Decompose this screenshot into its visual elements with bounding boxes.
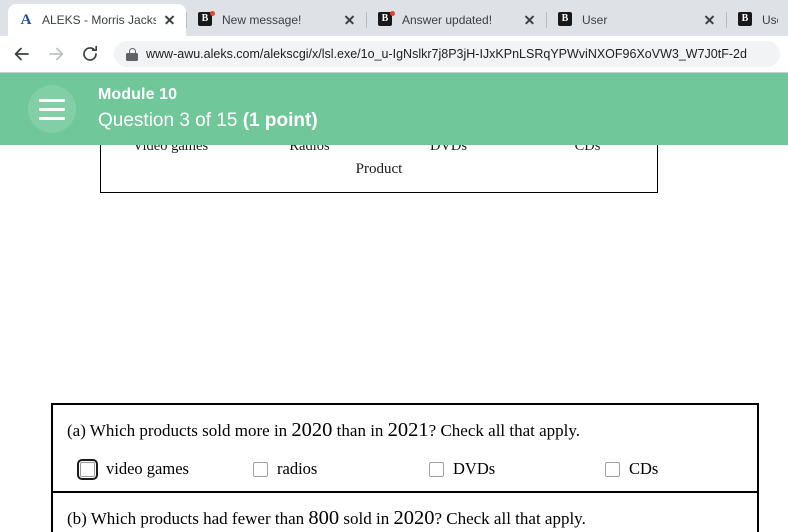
url-text: www-awu.aleks.com/alekscgi/x/lsl.exe/1o_… bbox=[146, 47, 747, 61]
forward-icon[interactable] bbox=[42, 40, 70, 68]
prompt-mid: sold in bbox=[339, 509, 394, 528]
aleks-a-icon: A bbox=[20, 12, 32, 28]
browser-tab-user-2[interactable]: B Use bbox=[726, 4, 786, 36]
module-title: Module 10 bbox=[98, 86, 178, 103]
question-counter: Question 3 of 15 (1 point) bbox=[98, 108, 318, 134]
chart-category-label: CDs bbox=[574, 145, 601, 154]
tab-title: User bbox=[582, 13, 608, 27]
tab-title: New message! bbox=[222, 13, 302, 27]
tab-title: Answer updated! bbox=[402, 13, 493, 27]
close-icon[interactable] bbox=[522, 12, 538, 28]
close-icon[interactable] bbox=[702, 12, 718, 28]
prompt-year: 2020 bbox=[393, 507, 435, 529]
checkbox-dvds[interactable] bbox=[429, 461, 444, 477]
hamburger-menu-icon[interactable] bbox=[28, 85, 76, 133]
lock-icon bbox=[126, 47, 138, 61]
option-radios[interactable]: radios bbox=[253, 459, 429, 479]
browser-window: A ALEKS - Morris Jackso B New message! B… bbox=[0, 0, 788, 532]
browser-tab-user[interactable]: B User bbox=[546, 4, 726, 36]
browser-tab-answer-updated[interactable]: B Answer updated! bbox=[366, 4, 546, 36]
option-label: video games bbox=[106, 459, 189, 478]
browser-toolbar: www-awu.aleks.com/alekscgi/x/lsl.exe/1o_… bbox=[0, 36, 788, 72]
prompt-mid: than in bbox=[332, 421, 388, 440]
prompt-pre: (b) Which products had fewer than bbox=[67, 509, 309, 528]
notification-badge-icon bbox=[390, 11, 395, 16]
blackboard-b-icon: B bbox=[378, 11, 395, 28]
reload-icon[interactable] bbox=[76, 40, 104, 68]
question-content: Video games Radios DVDs CDs Product (a) … bbox=[0, 145, 788, 532]
question-part-b: (b) Which products had fewer than 800 so… bbox=[53, 491, 757, 532]
prompt-post: ? Check all that apply. bbox=[434, 509, 586, 528]
question-part-a-options: video games radios DVDs CDs bbox=[53, 458, 757, 480]
prompt-threshold: 800 bbox=[308, 507, 340, 529]
prompt-post: ? Check all that apply. bbox=[428, 421, 581, 440]
notification-badge-icon bbox=[210, 11, 215, 16]
back-icon[interactable] bbox=[8, 40, 36, 68]
prompt-pre: (a) Which products sold more in bbox=[67, 421, 292, 440]
checkbox-video-games[interactable] bbox=[76, 458, 99, 480]
prompt-year-2: 2021 bbox=[387, 419, 429, 441]
browser-tab-new-message[interactable]: B New message! bbox=[186, 4, 366, 36]
chart-category-label: Video games bbox=[132, 145, 209, 154]
option-label: DVDs bbox=[453, 459, 496, 478]
checkbox-cds[interactable] bbox=[605, 461, 620, 477]
question-counter-text: Question 3 of 15 bbox=[98, 110, 243, 131]
question-part-a: (a) Which products sold more in 2020 tha… bbox=[53, 405, 757, 491]
option-label: radios bbox=[277, 459, 318, 478]
chart-category-label: Radios bbox=[289, 145, 330, 154]
blackboard-b-icon: B bbox=[738, 12, 754, 28]
question-card: (a) Which products sold more in 2020 tha… bbox=[51, 403, 759, 532]
page-header: Module 10 Question 3 of 15 (1 point) bbox=[0, 73, 788, 145]
option-dvds[interactable]: DVDs bbox=[429, 459, 605, 479]
bar-chart-axis-fragment: Video games Radios DVDs CDs Product bbox=[100, 145, 658, 193]
tab-title: Use bbox=[762, 13, 778, 27]
option-video-games[interactable]: video games bbox=[76, 458, 253, 480]
chart-category-labels: Video games Radios DVDs CDs bbox=[101, 145, 657, 155]
browser-tab-strip: A ALEKS - Morris Jackso B New message! B… bbox=[0, 0, 788, 36]
option-cds[interactable]: CDs bbox=[605, 459, 781, 479]
question-part-a-prompt: (a) Which products sold more in 2020 tha… bbox=[53, 419, 757, 442]
chart-category-label: DVDs bbox=[429, 145, 468, 154]
option-label: CDs bbox=[629, 459, 659, 478]
chart-x-axis-label: Product bbox=[355, 161, 403, 177]
close-icon[interactable] bbox=[162, 12, 178, 28]
question-points: (1 point) bbox=[242, 110, 318, 131]
tab-title: ALEKS - Morris Jackso bbox=[42, 13, 156, 27]
blackboard-b-icon: B bbox=[198, 11, 215, 28]
address-bar[interactable]: www-awu.aleks.com/alekscgi/x/lsl.exe/1o_… bbox=[114, 41, 780, 67]
blackboard-b-icon: B bbox=[558, 12, 574, 28]
header-titles: Module 10 Question 3 of 15 (1 point) bbox=[98, 84, 318, 134]
browser-tab-aleks[interactable]: A ALEKS - Morris Jackso bbox=[8, 4, 186, 36]
question-part-b-prompt: (b) Which products had fewer than 800 so… bbox=[53, 507, 757, 530]
checkbox-radios[interactable] bbox=[253, 461, 268, 477]
close-icon[interactable] bbox=[342, 12, 358, 28]
prompt-year-1: 2020 bbox=[291, 419, 333, 441]
